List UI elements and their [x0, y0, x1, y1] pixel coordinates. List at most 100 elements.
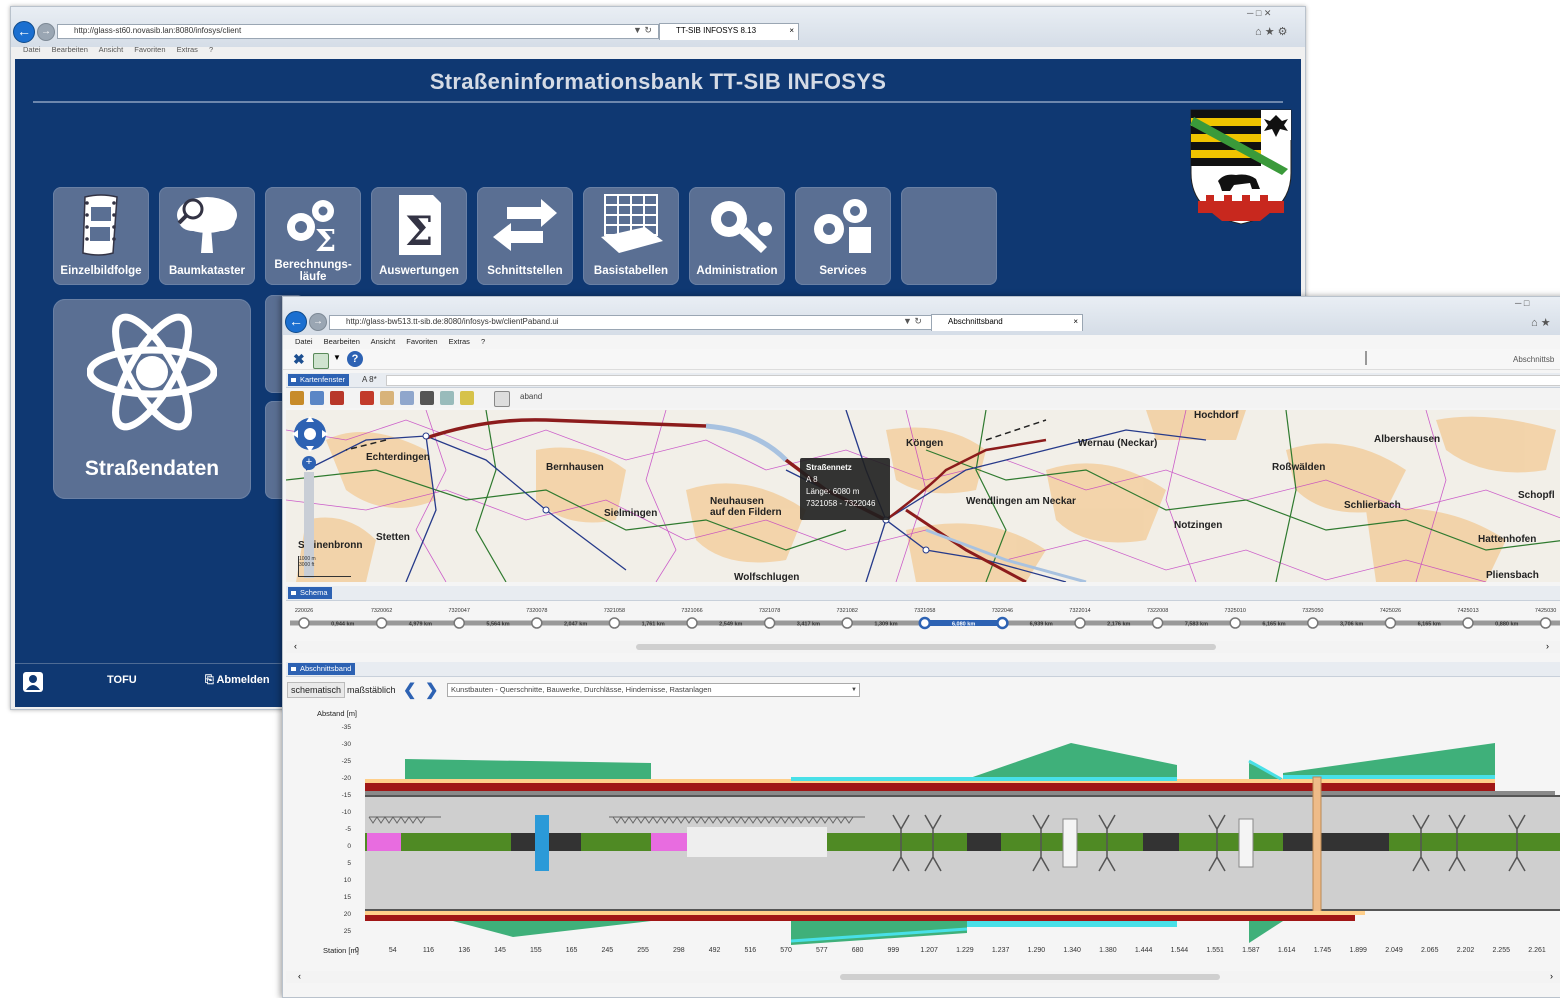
schema-node[interactable] [531, 617, 543, 629]
schema-node[interactable] [918, 616, 932, 630]
schema-node[interactable] [608, 617, 621, 629]
schema-node[interactable] [996, 616, 1009, 630]
schema-node[interactable] [841, 617, 853, 629]
scroll-left-icon[interactable]: ‹ [294, 641, 297, 651]
schema-node[interactable] [298, 617, 310, 629]
schema-node[interactable] [1539, 617, 1552, 629]
erase-icon[interactable] [380, 391, 394, 405]
home-star-gear-icons[interactable]: ⌂ ★ ⚙ [1255, 25, 1287, 38]
back-arrow-icon[interactable]: ← [285, 311, 307, 333]
schema-node[interactable] [1384, 617, 1397, 629]
browser-tab[interactable]: Abschnittsband × [931, 314, 1083, 331]
schema-node[interactable] [1151, 617, 1164, 629]
browser-tab[interactable]: TT-SIB INFOSYS 8.13 × [659, 23, 799, 40]
link-icon[interactable] [400, 391, 414, 405]
splitter[interactable] [1365, 351, 1367, 365]
delete-icon[interactable] [360, 391, 374, 405]
home-star-icons[interactable]: ⌂ ★ [1531, 316, 1551, 329]
x-tick-label: 2.202 [1456, 947, 1475, 954]
schema-node[interactable] [1462, 617, 1474, 629]
menu-favoriten[interactable]: Favoriten [406, 337, 437, 346]
tab-schema[interactable]: Schema [288, 587, 332, 599]
tile-basistabellen[interactable]: Basistabellen [583, 187, 679, 285]
window-controls[interactable]: ─ □ [1515, 298, 1529, 308]
tile-baumkataster[interactable]: Baumkataster [159, 187, 255, 285]
scroll-right-icon[interactable]: › [1550, 971, 1553, 981]
tile-auswertungen[interactable]: Σ Auswertungen [371, 187, 467, 285]
back-arrow-icon[interactable]: ← [13, 21, 35, 43]
forward-arrow-icon[interactable]: → [37, 23, 55, 41]
menu-ansicht[interactable]: Ansicht [371, 337, 396, 346]
close-tab-icon[interactable]: × [1073, 315, 1078, 329]
tile-strassendaten[interactable]: Straßendaten [53, 299, 251, 499]
schematic-button[interactable]: schematisch [287, 682, 346, 698]
menu-help[interactable]: ? [481, 337, 485, 346]
refresh-icon[interactable]: ▼ ↻ [633, 25, 652, 36]
menu-bearbeiten[interactable]: Bearbeiten [324, 337, 360, 346]
address-bar[interactable]: http://glass-st60.novasib.lan:8080/infos… [57, 24, 659, 39]
dropdown-arrow-icon[interactable]: ▼ [333, 353, 341, 362]
map-label: Hattenhofen [1478, 534, 1537, 545]
menu-extras[interactable]: Extras [177, 45, 198, 54]
schema-node[interactable] [453, 617, 465, 629]
tile-einzelbildfolge[interactable]: Einzelbildfolge [53, 187, 149, 285]
legend-icon[interactable] [494, 391, 510, 407]
tile-schnittstellen[interactable]: Schnittstellen [477, 187, 573, 285]
schema-scrollbar[interactable]: ‹ › [286, 641, 1560, 653]
scroll-thumb[interactable] [636, 644, 1216, 650]
edit-icon[interactable] [460, 391, 474, 405]
scaled-button[interactable]: maßstäblich [343, 682, 400, 698]
binoculars-icon[interactable] [420, 391, 434, 405]
schema-node[interactable] [763, 617, 776, 629]
band-scrollbar[interactable]: ‹ › [286, 971, 1560, 983]
layers-icon[interactable] [440, 391, 454, 405]
select-icon[interactable] [310, 391, 324, 405]
user-icon[interactable] [23, 672, 43, 692]
schema-segment-length: 7,583 km [1185, 622, 1208, 628]
help-icon[interactable]: ? [347, 351, 363, 367]
pan-control-icon[interactable] [290, 414, 330, 454]
schema-node[interactable] [1229, 617, 1241, 629]
export-window-icon[interactable] [313, 353, 329, 369]
menu-help[interactable]: ? [209, 45, 213, 54]
measure-icon[interactable] [330, 391, 344, 405]
y-tick-label: 15 [343, 894, 351, 901]
next-chevron-icon[interactable]: ❯ [425, 680, 438, 700]
tab-abschnittsband[interactable]: Abschnittsband [288, 663, 356, 675]
window-controls[interactable]: ─ □ ✕ [1247, 8, 1271, 19]
tile-berechnungslaeufe[interactable]: Σ Berechnungs-läufe [265, 187, 361, 285]
refresh-icon[interactable]: ▼ ↻ [903, 316, 922, 327]
tab-kartenfenster[interactable]: Kartenfenster [288, 374, 350, 386]
menu-datei[interactable]: Datei [295, 337, 313, 346]
close-x-icon[interactable]: ✖ [293, 351, 305, 368]
pan-hand-icon[interactable] [290, 391, 304, 405]
address-bar[interactable]: http://glass-bw513.tt-sib.de:8080/infosy… [329, 315, 943, 330]
menu-extras[interactable]: Extras [449, 337, 470, 346]
forward-arrow-icon[interactable]: → [309, 313, 327, 331]
logout-button[interactable]: ⎘ Abmelden [205, 674, 270, 687]
x-tick-label: 2.255 [1492, 947, 1510, 954]
layer-select[interactable]: Kunstbauten - Querschnitte, Bauwerke, Du… [447, 683, 860, 697]
menu-ansicht[interactable]: Ansicht [99, 45, 124, 54]
zoom-in-icon[interactable]: + [302, 456, 316, 470]
scroll-right-icon[interactable]: › [1546, 641, 1549, 651]
menu-favoriten[interactable]: Favoriten [134, 45, 165, 54]
close-tab-icon[interactable]: × [789, 24, 794, 38]
menu-bearbeiten[interactable]: Bearbeiten [52, 45, 88, 54]
x-tick-label: 1.290 [1027, 947, 1046, 954]
tile-services[interactable]: Services [795, 187, 891, 285]
map-search-input[interactable] [386, 375, 1560, 386]
schema-node[interactable] [1074, 617, 1086, 629]
menu-datei[interactable]: Datei [23, 45, 41, 54]
scroll-thumb[interactable] [840, 974, 1220, 980]
tile-administration[interactable]: Administration [689, 187, 785, 285]
schema-segment-length: 6,165 km [1262, 622, 1285, 628]
previous-chevron-icon[interactable]: ❮ [403, 680, 416, 700]
schema-node[interactable] [686, 617, 698, 629]
map-label: Roßwälden [1272, 462, 1326, 473]
map-view[interactable]: Hochdorf Köngen Wernau (Neckar) Albersha… [286, 410, 1560, 582]
schema-node[interactable] [1307, 617, 1319, 629]
schema-node-label: 7325010 [1224, 608, 1245, 614]
scroll-left-icon[interactable]: ‹ [298, 971, 301, 981]
schema-node[interactable] [375, 617, 388, 629]
